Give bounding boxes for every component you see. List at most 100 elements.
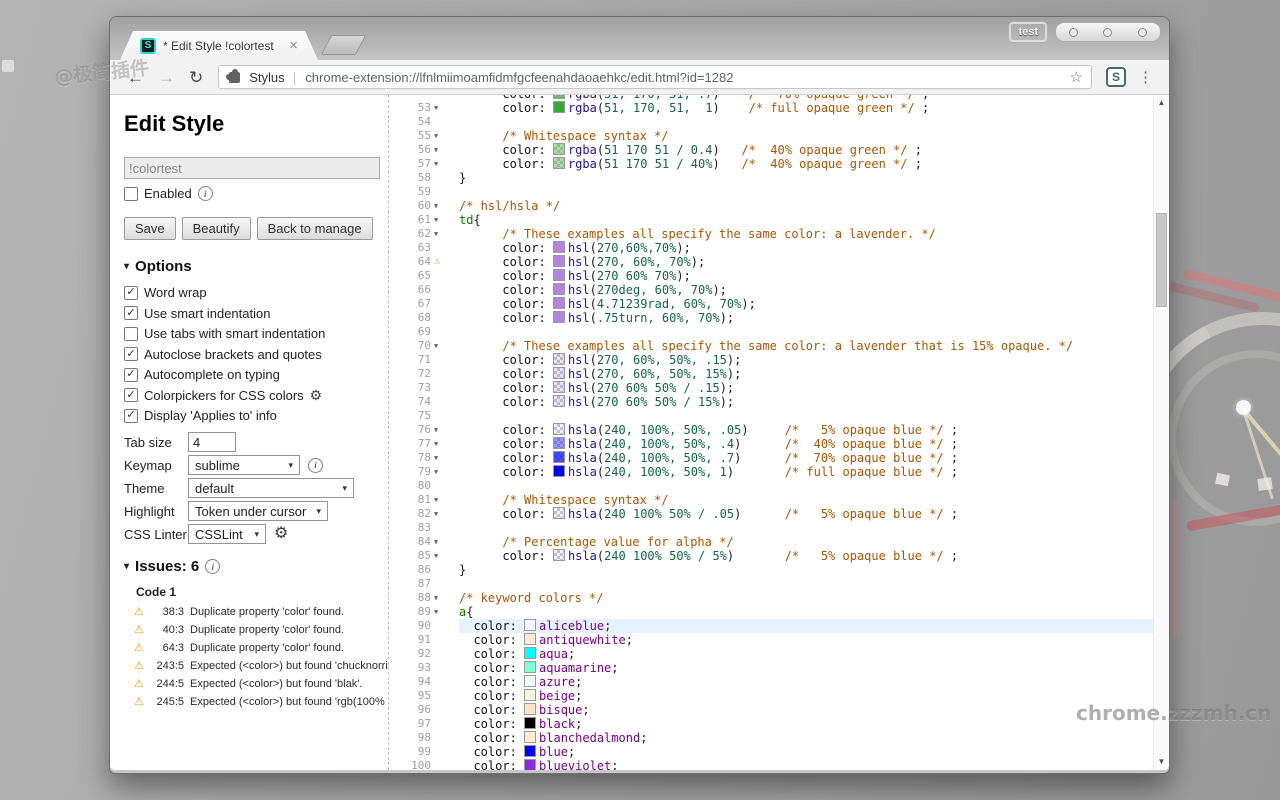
stylus-toolbar-icon[interactable]: S <box>1106 67 1126 87</box>
option-checkbox-row[interactable]: ✓Word wrap <box>124 285 388 300</box>
fold-icon[interactable]: ▼ <box>431 157 458 171</box>
tab-size-input[interactable] <box>188 432 236 452</box>
issue-row[interactable]: ⚠64:3Duplicate property 'color' found. <box>134 641 388 654</box>
back-to-manage-button[interactable]: Back to manage <box>257 217 373 240</box>
scroll-down-icon[interactable]: ▼ <box>1154 757 1169 766</box>
issue-row[interactable]: ⚠244:5Expected (<color>) but found 'blak… <box>134 677 388 690</box>
editor-scrollbar[interactable]: ▲ ▼ <box>1153 95 1169 770</box>
checkbox[interactable]: ✓ <box>124 286 138 300</box>
color-swatch[interactable] <box>553 395 565 407</box>
color-swatch[interactable] <box>553 451 565 463</box>
color-swatch[interactable] <box>553 269 565 281</box>
fold-icon[interactable]: ▼ <box>431 507 458 521</box>
options-header[interactable]: ▾ Options <box>124 258 388 275</box>
color-swatch[interactable] <box>553 367 565 379</box>
new-tab-button[interactable] <box>321 35 367 55</box>
css-linter-select[interactable]: CSSLint ▾ <box>188 524 266 544</box>
option-checkbox-row[interactable]: ✓Autoclose brackets and quotes <box>124 347 388 362</box>
code-editor[interactable]: color: rgba(51, 170, 51, .7) /* 70% opaq… <box>389 95 1169 770</box>
scrollbar-thumb[interactable] <box>1156 213 1167 307</box>
color-swatch[interactable] <box>553 465 565 477</box>
color-swatch[interactable] <box>524 703 536 715</box>
color-swatch[interactable] <box>524 759 536 770</box>
issue-row[interactable]: ⚠38:3Duplicate property 'color' found. <box>134 605 388 618</box>
color-swatch[interactable] <box>553 381 565 393</box>
save-button[interactable]: Save <box>124 217 176 240</box>
url-text[interactable]: chrome-extension://lfnlmiimoamfidmfgcfee… <box>305 70 1063 85</box>
fold-icon[interactable]: ▼ <box>431 535 458 549</box>
color-swatch[interactable] <box>553 255 565 267</box>
color-swatch[interactable] <box>553 157 565 169</box>
color-swatch[interactable] <box>553 241 565 253</box>
bookmark-star-icon[interactable]: ☆ <box>1070 68 1083 86</box>
reload-icon[interactable]: ↻ <box>189 69 203 86</box>
fold-icon[interactable]: ▼ <box>431 213 458 227</box>
enabled-info-icon[interactable]: i <box>198 186 213 201</box>
fold-icon[interactable]: ▼ <box>431 199 458 213</box>
color-swatch[interactable] <box>553 507 565 519</box>
checkbox[interactable]: ✓ <box>124 347 138 361</box>
color-swatch[interactable] <box>524 633 536 645</box>
maximize-button[interactable] <box>1103 28 1112 37</box>
linter-gear-icon[interactable]: ⚙ <box>274 526 288 542</box>
issue-row[interactable]: ⚠40:3Duplicate property 'color' found. <box>134 623 388 636</box>
back-icon[interactable]: ← <box>127 69 144 86</box>
color-swatch[interactable] <box>553 549 565 561</box>
fold-icon[interactable]: ▼ <box>431 423 458 437</box>
color-swatch[interactable] <box>553 437 565 449</box>
fold-icon[interactable]: ▼ <box>431 437 458 451</box>
color-swatch[interactable] <box>553 297 565 309</box>
option-checkbox-row[interactable]: ✓Autocomplete on typing <box>124 367 388 382</box>
beautify-button[interactable]: Beautify <box>182 217 251 240</box>
option-checkbox-row[interactable]: ✓Display 'Applies to' info <box>124 408 388 423</box>
fold-icon[interactable]: ▼ <box>431 465 458 479</box>
color-swatch[interactable] <box>553 283 565 295</box>
checkbox[interactable]: ✓ <box>124 368 138 382</box>
colorpicker-gear-icon[interactable]: ⚙ <box>310 388 323 402</box>
checkbox[interactable]: ✓ <box>124 306 138 320</box>
color-swatch[interactable] <box>524 745 536 757</box>
highlight-select[interactable]: Token under cursor ▾ <box>188 501 328 521</box>
theme-select[interactable]: default ▾ <box>188 478 354 498</box>
color-swatch[interactable] <box>524 717 536 729</box>
fold-icon[interactable]: ▼ <box>431 493 458 507</box>
color-swatch[interactable] <box>524 731 536 743</box>
fold-icon[interactable]: ▼ <box>431 451 458 465</box>
checkbox[interactable]: ✓ <box>124 409 138 423</box>
keymap-select[interactable]: sublime ▾ <box>188 455 300 475</box>
color-swatch[interactable] <box>524 647 536 659</box>
color-swatch[interactable] <box>524 675 536 687</box>
browser-tab[interactable]: S * Edit Style !colortest × <box>120 31 318 60</box>
option-checkbox-row[interactable]: ✓Use smart indentation <box>124 306 388 321</box>
issue-row[interactable]: ⚠243:5Expected (<color>) but found 'chuc… <box>134 659 388 672</box>
enabled-checkbox[interactable] <box>124 187 138 201</box>
color-swatch[interactable] <box>524 619 536 631</box>
issues-header[interactable]: ▾ Issues: 6 i <box>124 558 388 575</box>
fold-icon[interactable]: ▼ <box>431 129 458 143</box>
issue-row[interactable]: ⚠245:5Expected (<color>) but found 'rgb(… <box>134 695 388 708</box>
fold-icon[interactable]: ▼ <box>431 549 458 563</box>
issues-info-icon[interactable]: i <box>205 559 220 574</box>
checkbox[interactable] <box>124 327 138 341</box>
fold-icon[interactable]: ▼ <box>431 605 458 619</box>
profile-badge[interactable]: test <box>1009 22 1047 42</box>
color-swatch[interactable] <box>524 661 536 673</box>
tab-close-icon[interactable]: × <box>289 38 298 53</box>
fold-icon[interactable]: ▼ <box>431 101 458 115</box>
option-checkbox-row[interactable]: Use tabs with smart indentation <box>124 326 388 341</box>
color-swatch[interactable] <box>553 353 565 365</box>
address-bar[interactable]: Stylus | chrome-extension://lfnlmiimoamf… <box>218 65 1092 89</box>
fold-icon[interactable]: ▼ <box>431 591 458 605</box>
browser-menu-icon[interactable]: ⋮ <box>1138 68 1153 86</box>
color-swatch[interactable] <box>553 143 565 155</box>
fold-icon[interactable]: ▼ <box>431 227 458 241</box>
minimize-button[interactable] <box>1069 28 1078 37</box>
color-swatch[interactable] <box>553 101 565 113</box>
color-swatch[interactable] <box>553 95 565 99</box>
color-swatch[interactable] <box>553 423 565 435</box>
option-checkbox-row[interactable]: ✓Colorpickers for CSS colors⚙ <box>124 388 388 403</box>
fold-icon[interactable]: ▼ <box>431 143 458 157</box>
keymap-info-icon[interactable]: i <box>308 458 323 473</box>
fold-icon[interactable]: ▼ <box>431 339 458 353</box>
checkbox[interactable]: ✓ <box>124 388 138 402</box>
